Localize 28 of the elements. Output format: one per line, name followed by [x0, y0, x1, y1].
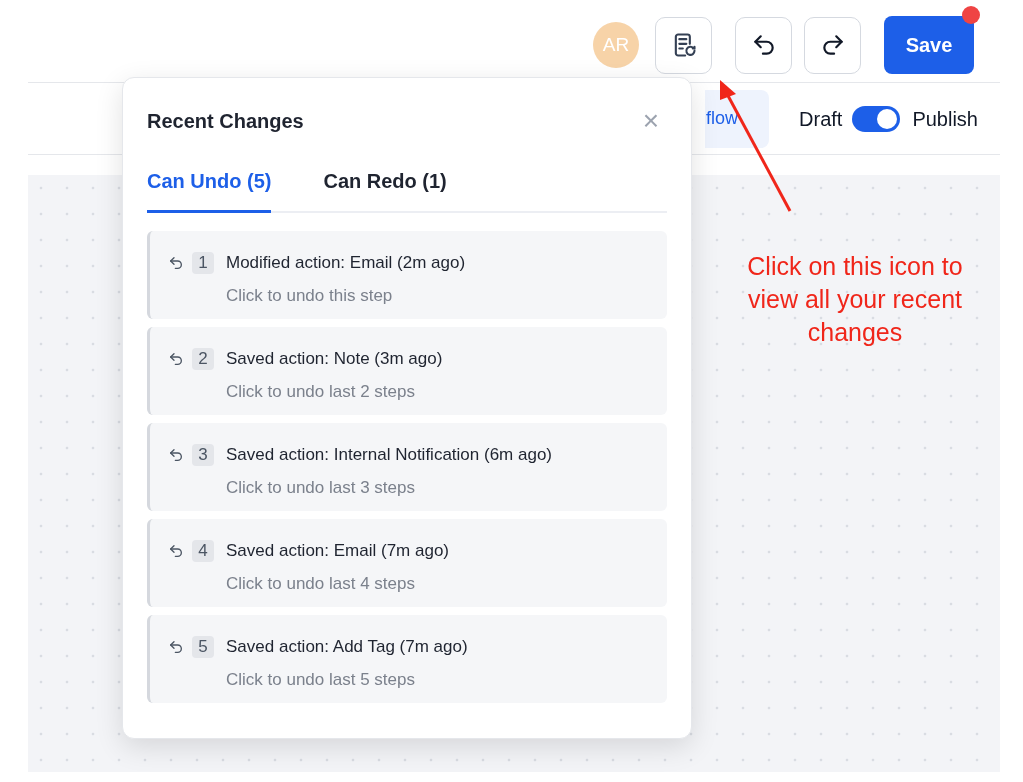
change-title: Saved action: Email (7m ago)	[226, 540, 449, 562]
change-item[interactable]: 1 Modified action: Email (2m ago) Click to undo this step	[147, 231, 667, 319]
draft-label: Draft	[799, 106, 843, 132]
workflow-tab[interactable]: flow	[705, 89, 770, 148]
change-item[interactable]: 2 Saved action: Note (3m ago) Click to undo last 2 steps	[147, 327, 667, 415]
change-subtitle: Click to undo last 2 steps	[226, 380, 416, 403]
change-title: Modified action: Email (2m ago)	[226, 252, 466, 274]
step-number: 2	[192, 347, 214, 370]
save-button[interactable]: Save	[884, 16, 974, 74]
change-title: Saved action: Internal Notification (6m ago)	[226, 444, 552, 466]
change-subtitle: Click to undo last 5 steps	[226, 668, 416, 691]
step-number: 1	[192, 251, 214, 274]
publish-label: Publish	[912, 106, 978, 132]
changes-tab[interactable]: Can Undo (5)	[147, 166, 272, 213]
step-number: 3	[192, 443, 214, 466]
step-number: 5	[192, 635, 214, 658]
change-item[interactable]: 4 Saved action: Email (7m ago) Click to undo last 4 steps	[147, 519, 667, 607]
change-title: Saved action: Note (3m ago)	[226, 348, 443, 370]
change-subtitle: Click to undo last 3 steps	[226, 476, 416, 499]
change-item[interactable]: 5 Saved action: Add Tag (7m ago) Click to undo last 5 steps	[147, 615, 667, 703]
popup-title: Recent Changes	[147, 109, 304, 134]
change-subtitle: Click to undo this step	[226, 284, 394, 307]
step-number: 4	[192, 539, 214, 562]
change-title: Saved action: Add Tag (7m ago)	[226, 636, 468, 658]
changes-tab[interactable]: Can Redo (1)	[323, 166, 447, 213]
change-item[interactable]: 3 Saved action: Internal Notification (6m ago) Click to undo last 3 steps	[147, 423, 667, 511]
annotation-text: Click on this icon to view all your recent changes	[746, 251, 964, 348]
change-subtitle: Click to undo last 4 steps	[226, 572, 416, 595]
